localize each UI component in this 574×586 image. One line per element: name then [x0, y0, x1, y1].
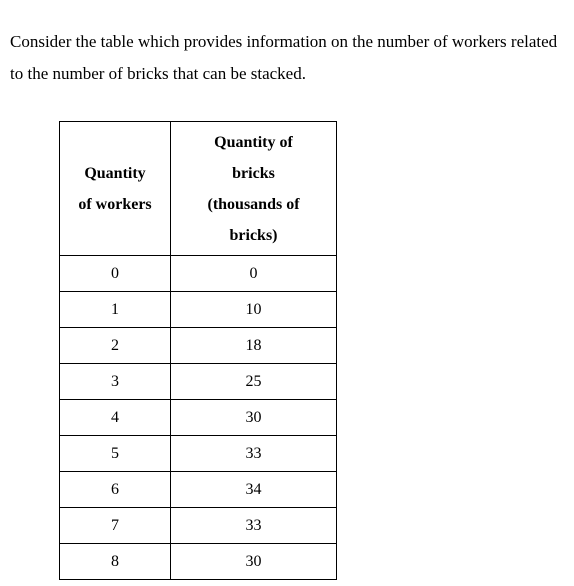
cell-workers: 7 — [59, 507, 171, 544]
cell-workers: 5 — [59, 435, 171, 472]
cell-bricks: 34 — [170, 471, 337, 508]
header-line: of workers — [78, 195, 152, 213]
cell-bricks: 30 — [170, 399, 337, 436]
cell-bricks: 30 — [170, 543, 337, 580]
table-row: 4 30 — [59, 399, 337, 436]
header-line: Quantity of — [214, 133, 293, 151]
table-header-row: Quantity of workers Quantity of bricks (… — [59, 121, 337, 256]
intro-paragraph: Consider the table which provides inform… — [10, 32, 558, 83]
cell-workers: 0 — [59, 255, 171, 292]
cell-bricks: 33 — [170, 507, 337, 544]
table-row: 1 10 — [59, 291, 337, 328]
cell-bricks: 18 — [170, 327, 337, 364]
cell-bricks: 25 — [170, 363, 337, 400]
cell-bricks: 10 — [170, 291, 337, 328]
table-row: 8 30 — [59, 543, 337, 580]
cell-workers: 3 — [59, 363, 171, 400]
data-table-container: Quantity of workers Quantity of bricks (… — [59, 121, 337, 580]
column-header-quantity-of-bricks: Quantity of bricks (thousands of bricks) — [170, 121, 337, 256]
cell-workers: 2 — [59, 327, 171, 364]
header-line: (thousands of — [207, 195, 300, 213]
table-row: 0 0 — [59, 255, 337, 292]
table-row: 5 33 — [59, 435, 337, 472]
workers-bricks-table: Quantity of workers Quantity of bricks (… — [59, 121, 337, 580]
cell-bricks: 0 — [170, 255, 337, 292]
table-row: 3 25 — [59, 363, 337, 400]
header-line: Quantity — [84, 164, 146, 182]
column-header-quantity-of-workers: Quantity of workers — [59, 121, 171, 256]
table-row: 6 34 — [59, 471, 337, 508]
header-line: bricks — [232, 164, 275, 182]
header-line: bricks) — [229, 226, 278, 244]
cell-bricks: 33 — [170, 435, 337, 472]
table-row: 2 18 — [59, 327, 337, 364]
cell-workers: 6 — [59, 471, 171, 508]
cell-workers: 1 — [59, 291, 171, 328]
table-row: 7 33 — [59, 507, 337, 544]
cell-workers: 8 — [59, 543, 171, 580]
cell-workers: 4 — [59, 399, 171, 436]
